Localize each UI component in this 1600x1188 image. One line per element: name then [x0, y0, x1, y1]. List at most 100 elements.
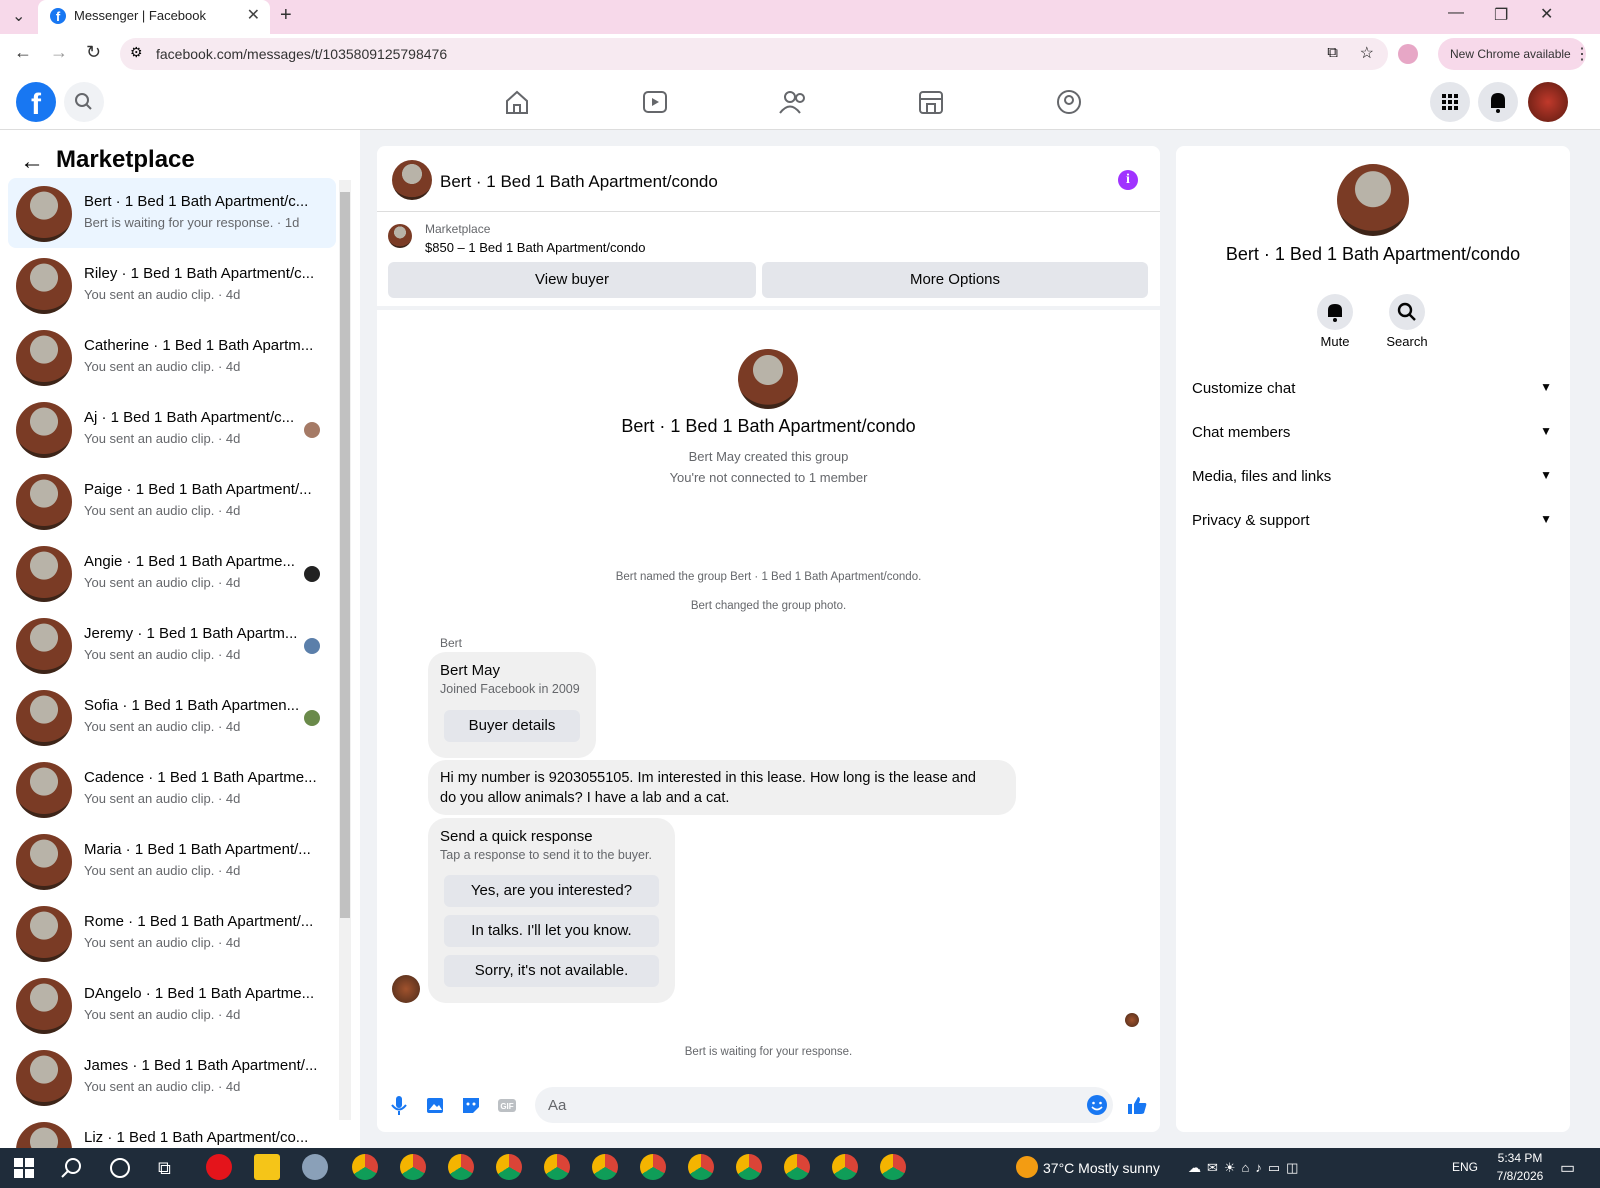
conversation-item[interactable]: Cadence · 1 Bed 1 Bath Apartme... You sen…: [8, 754, 336, 824]
chat-title[interactable]: Bert · 1 Bed 1 Bath Apartment/condo: [440, 172, 718, 192]
conversation-item[interactable]: James · 1 Bed 1 Bath Apartment/... You se…: [8, 1042, 336, 1112]
notifications-bell-icon[interactable]: [1478, 82, 1518, 122]
chrome-menu-icon[interactable]: ⋮: [1574, 44, 1590, 64]
cortana-icon[interactable]: [110, 1158, 130, 1178]
chat-members-row[interactable]: Chat members ▼: [1192, 424, 1552, 448]
scrollbar-thumb[interactable]: [340, 192, 350, 918]
mute-bell-icon[interactable]: [1317, 294, 1353, 330]
conversation-item[interactable]: Maria · 1 Bed 1 Bath Apartment/... You se…: [8, 826, 336, 896]
chrome-icon[interactable]: [448, 1154, 474, 1180]
svg-text:GIF: GIF: [500, 1102, 513, 1111]
more-options-button[interactable]: More Options: [762, 262, 1148, 298]
view-buyer-button[interactable]: View buyer: [388, 262, 756, 298]
quick-response-not-available[interactable]: Sorry, it's not available.: [444, 955, 659, 987]
menu-grid-icon[interactable]: [1430, 82, 1470, 122]
forward-icon[interactable]: →: [50, 42, 68, 63]
clock-date[interactable]: 7/8/2026: [1490, 1169, 1550, 1183]
install-app-icon[interactable]: ⧉: [1327, 44, 1338, 61]
conversation-snippet: You sent an audio clip. · 4d: [84, 359, 241, 374]
buyer-card: Bert May Joined Facebook in 2009 Buyer d…: [428, 652, 596, 758]
conversation-item[interactable]: Paige · 1 Bed 1 Bath Apartment/... You se…: [8, 466, 336, 536]
chrome-icon[interactable]: [688, 1154, 714, 1180]
sticker-icon[interactable]: [460, 1094, 482, 1116]
photo-icon[interactable]: [424, 1094, 446, 1116]
reload-icon[interactable]: ↻: [86, 42, 101, 63]
quick-response-yes[interactable]: Yes, are you interested?: [444, 875, 659, 907]
weather-text[interactable]: 37°C Mostly sunny: [1043, 1160, 1160, 1176]
opera-icon[interactable]: [206, 1154, 232, 1180]
conversation-item[interactable]: Angie · 1 Bed 1 Bath Apartme... You sent …: [8, 538, 336, 608]
marketplace-icon[interactable]: [914, 88, 948, 116]
chat-avatar[interactable]: [392, 160, 432, 200]
omnibox[interactable]: ⚙ facebook.com/messages/t/10358091257984…: [120, 38, 1388, 70]
gif-icon[interactable]: GIF: [496, 1094, 518, 1116]
conversation-item[interactable]: Bert · 1 Bed 1 Bath Apartment/c... Bert i…: [8, 178, 336, 248]
restore-icon[interactable]: ❐: [1494, 5, 1508, 25]
info-icon[interactable]: i: [1118, 170, 1138, 190]
conversation-item[interactable]: DAngelo · 1 Bed 1 Bath Apartme... You sen…: [8, 970, 336, 1040]
sticky-notes-icon[interactable]: [254, 1154, 280, 1180]
chrome-icon[interactable]: [880, 1154, 906, 1180]
buyer-card-name: Bert May: [440, 662, 501, 679]
video-icon[interactable]: [638, 88, 672, 116]
notification-center-icon[interactable]: ▭: [1560, 1158, 1575, 1178]
conversation-item[interactable]: Riley · 1 Bed 1 Bath Apartment/c... You s…: [8, 250, 336, 320]
new-chrome-button[interactable]: New Chrome available: [1438, 38, 1586, 70]
system-tray-icons[interactable]: ☁✉☀⌂♪▭◫: [1188, 1160, 1304, 1176]
chat-info-panel: [1176, 146, 1570, 1132]
chrome-icon[interactable]: [496, 1154, 522, 1180]
site-info-icon[interactable]: ⚙: [130, 44, 143, 61]
browser-tab[interactable]: f Messenger | Facebook ✕: [38, 0, 270, 34]
home-icon[interactable]: [500, 88, 534, 116]
sender-avatar[interactable]: [392, 975, 420, 1003]
account-avatar[interactable]: [1528, 82, 1568, 122]
back-icon[interactable]: ←: [14, 42, 32, 63]
listing-thumbnail[interactable]: [388, 224, 412, 248]
conversation-name: Sofia · 1 Bed 1 Bath Apartmen...: [84, 697, 300, 714]
chrome-icon[interactable]: [640, 1154, 666, 1180]
media-files-links-row[interactable]: Media, files and links ▼: [1192, 468, 1552, 492]
close-window-icon[interactable]: ✕: [1540, 4, 1553, 24]
conversation-item[interactable]: Catherine · 1 Bed 1 Bath Apartm... You se…: [8, 322, 336, 392]
search-chat-icon[interactable]: [1389, 294, 1425, 330]
back-arrow-icon[interactable]: ←: [20, 148, 44, 176]
close-tab-icon[interactable]: ✕: [247, 5, 260, 25]
paint-icon[interactable]: [302, 1154, 328, 1180]
chrome-icon[interactable]: [832, 1154, 858, 1180]
chrome-icon[interactable]: [784, 1154, 810, 1180]
tab-list-icon[interactable]: ⌄: [12, 6, 25, 26]
quick-response-in-talks[interactable]: In talks. I'll let you know.: [444, 915, 659, 947]
facebook-logo-icon[interactable]: f: [16, 82, 56, 122]
task-view-icon[interactable]: ⧉: [158, 1158, 171, 1179]
friends-icon[interactable]: [776, 88, 810, 116]
buyer-details-button[interactable]: Buyer details: [444, 710, 580, 742]
chrome-icon[interactable]: [400, 1154, 426, 1180]
windows-start-icon[interactable]: [14, 1158, 34, 1178]
taskbar-search-icon[interactable]: [60, 1156, 84, 1180]
chrome-icon[interactable]: [352, 1154, 378, 1180]
search-icon[interactable]: [64, 82, 104, 122]
microphone-icon[interactable]: [388, 1094, 410, 1116]
chrome-icon[interactable]: [544, 1154, 570, 1180]
emoji-icon[interactable]: [1086, 1094, 1108, 1116]
thumbs-up-icon[interactable]: [1126, 1094, 1148, 1116]
conversation-item[interactable]: Sofia · 1 Bed 1 Bath Apartmen... You sent…: [8, 682, 336, 752]
profile-icon[interactable]: [1398, 44, 1418, 64]
chrome-icon[interactable]: [736, 1154, 762, 1180]
language-indicator[interactable]: ENG: [1452, 1160, 1478, 1174]
customize-chat-row[interactable]: Customize chat ▼: [1192, 380, 1552, 404]
message-input[interactable]: [535, 1087, 1113, 1123]
conversation-item[interactable]: Aj · 1 Bed 1 Bath Apartment/c... You sent…: [8, 394, 336, 464]
new-tab-icon[interactable]: +: [280, 4, 292, 27]
chrome-icon[interactable]: [592, 1154, 618, 1180]
bookmark-star-icon[interactable]: ☆: [1360, 43, 1374, 63]
conversation-item[interactable]: Jeremy · 1 Bed 1 Bath Apartm... You sent …: [8, 610, 336, 680]
groups-icon[interactable]: [1052, 88, 1086, 116]
minimize-icon[interactable]: —: [1448, 4, 1464, 22]
weather-sun-icon[interactable]: [1016, 1156, 1038, 1178]
conversation-name: Angie · 1 Bed 1 Bath Apartme...: [84, 553, 295, 570]
clock-time[interactable]: 5:34 PM: [1490, 1151, 1550, 1165]
privacy-support-row[interactable]: Privacy & support ▼: [1192, 512, 1552, 536]
conversation-item[interactable]: Rome · 1 Bed 1 Bath Apartment/... You sen…: [8, 898, 336, 968]
listing-price[interactable]: $850 – 1 Bed 1 Bath Apartment/condo: [425, 240, 645, 255]
